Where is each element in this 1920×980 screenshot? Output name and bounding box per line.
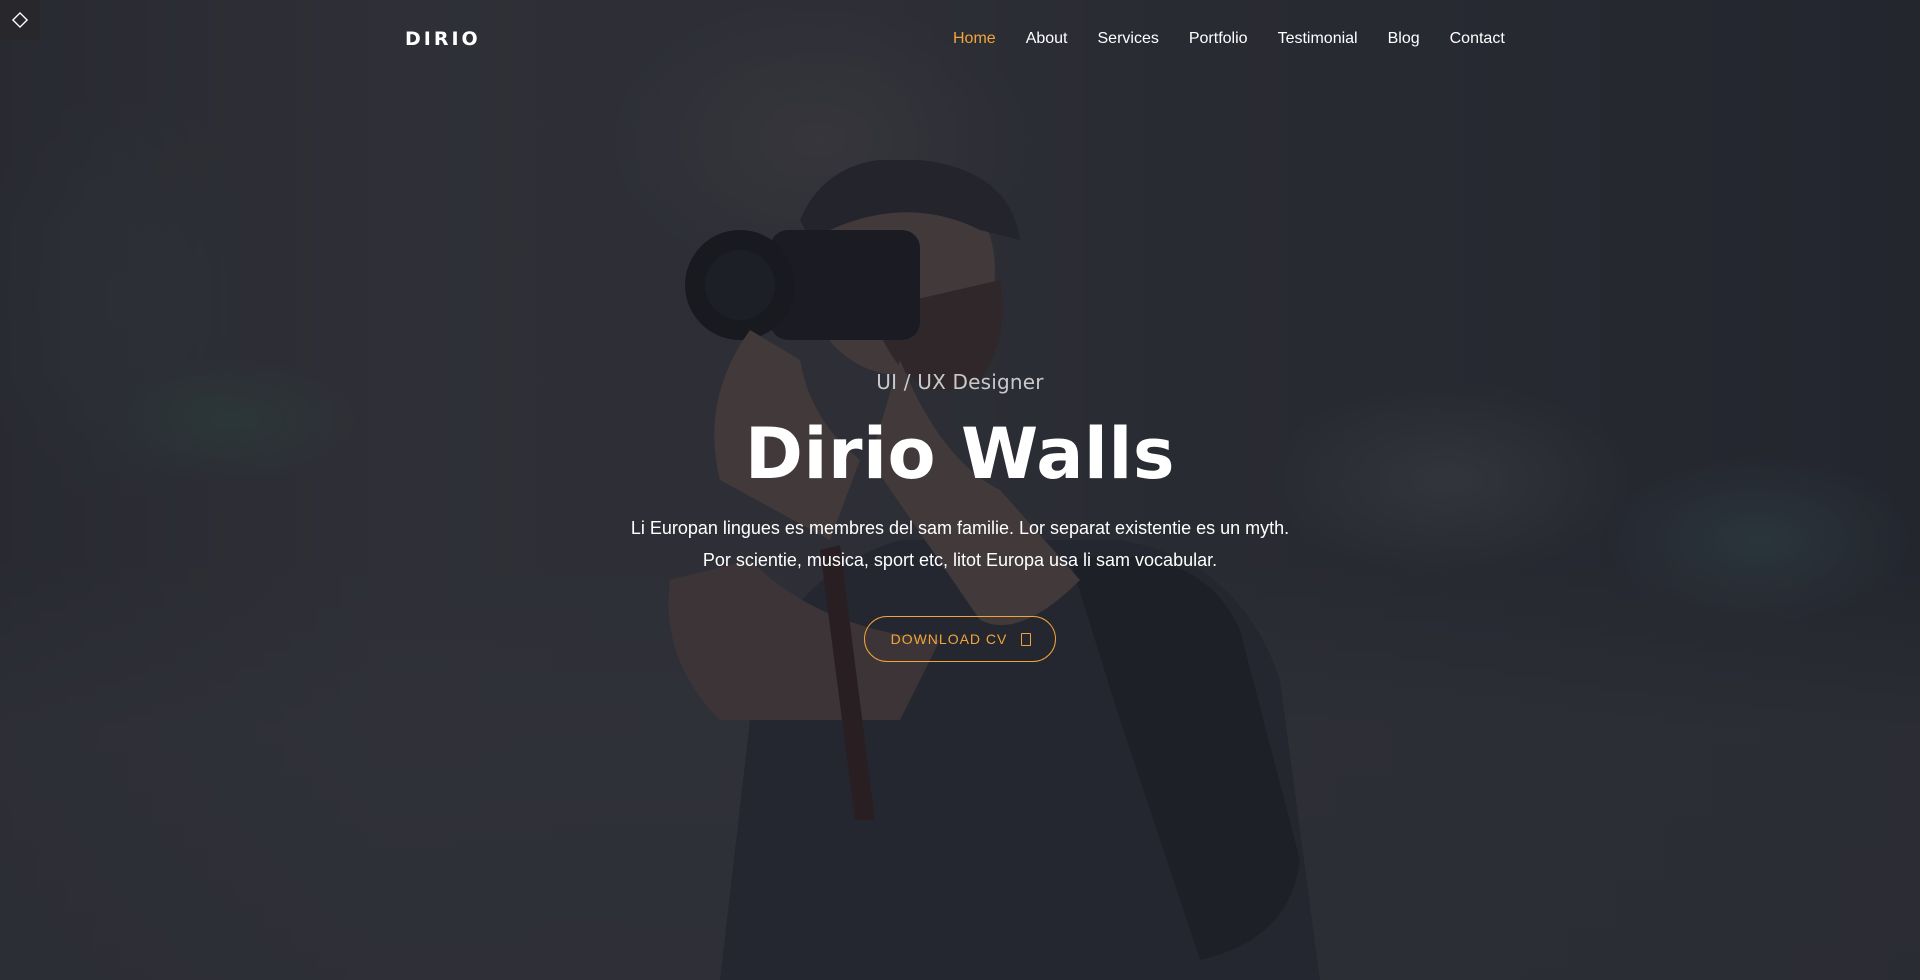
nav-item-services[interactable]: Services <box>1098 30 1159 48</box>
nav-item-portfolio[interactable]: Portfolio <box>1189 30 1248 48</box>
diamond-icon <box>11 11 29 29</box>
nav-item-contact[interactable]: Contact <box>1450 30 1505 48</box>
hero-content: UI / UX Designer Dirio Walls Li Europan … <box>0 370 1920 662</box>
nav-item-about[interactable]: About <box>1026 30 1068 48</box>
file-icon <box>1021 632 1032 646</box>
brand-logo[interactable]: DIRIO <box>405 28 481 50</box>
hero-description: Li Europan lingues es membres del sam fa… <box>630 518 1290 570</box>
hero-section: DIRIO Home About Services Portfolio Test… <box>0 0 1920 980</box>
download-cv-button[interactable]: DOWNLOAD CV <box>863 616 1057 662</box>
download-cv-label: DOWNLOAD CV <box>890 631 1008 647</box>
corner-toggle-button[interactable] <box>0 0 40 40</box>
hero-subtitle: UI / UX Designer <box>876 370 1044 394</box>
hero-title: Dirio Walls <box>744 413 1176 495</box>
nav-item-testimonial[interactable]: Testimonial <box>1278 30 1358 48</box>
navbar: DIRIO Home About Services Portfolio Test… <box>0 0 1920 80</box>
nav-item-home[interactable]: Home <box>953 30 996 48</box>
nav-item-blog[interactable]: Blog <box>1388 30 1420 48</box>
nav-menu: Home About Services Portfolio Testimonia… <box>953 30 1505 48</box>
